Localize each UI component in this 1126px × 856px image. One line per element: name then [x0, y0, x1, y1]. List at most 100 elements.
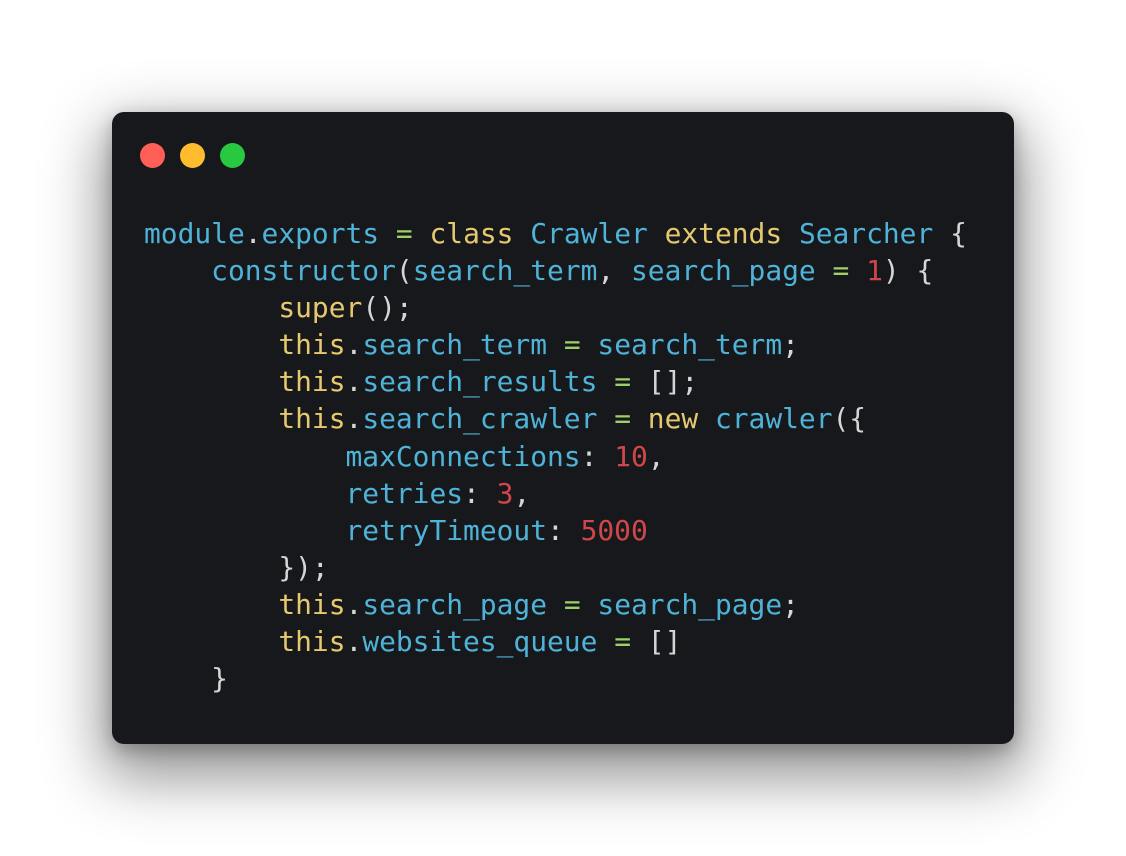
code-line: super(); — [144, 289, 967, 326]
code-token-punctuation: : — [547, 513, 564, 547]
code-token-identifier: websites_queue — [362, 625, 598, 659]
code-token-identifier: search_term — [362, 328, 548, 362]
code-token-identifier: Searcher — [798, 217, 934, 250]
code-token-punctuation: []; — [647, 365, 699, 399]
code-token-identifier: Crawler — [530, 217, 648, 250]
code-token-identifier: search_results — [362, 365, 598, 399]
code-token-punctuation: . — [345, 328, 363, 362]
code-token-punctuation: ) — [882, 254, 900, 288]
code-line: retryTimeout: 5000 — [144, 512, 967, 549]
code-token-keyword: extends — [664, 217, 783, 250]
code-token-punctuation: : — [580, 439, 598, 473]
code-line: module.exports = class Crawler extends S… — [144, 215, 967, 252]
code-line: this.search_page = search_page; — [144, 586, 967, 623]
code-line: } — [144, 660, 967, 697]
code-token-punctuation: : — [463, 476, 480, 510]
code-token-punctuation: . — [345, 402, 363, 436]
code-token-punctuation: } — [211, 662, 228, 696]
code-token-operator: = — [614, 365, 631, 399]
minimize-button[interactable] — [180, 143, 205, 168]
code-token-punctuation: { — [916, 254, 934, 288]
code-token-punctuation: . — [345, 365, 363, 399]
code-token-keyword: this — [278, 587, 346, 621]
code-token-operator: = — [614, 402, 631, 436]
code-token-number: 3 — [496, 476, 514, 510]
code-token-keyword: new — [647, 402, 699, 436]
code-token-identifier: maxConnections — [345, 439, 581, 473]
code-line: this.search_results = []; — [144, 363, 967, 400]
code-token-punctuation: { — [950, 217, 967, 250]
code-token-punctuation: ; — [782, 587, 799, 621]
code-token-keyword: this — [278, 328, 346, 362]
code-token-keyword: super — [278, 291, 363, 325]
code-token-identifier: exports — [261, 217, 380, 250]
code-token-punctuation: }); — [278, 550, 329, 584]
code-token-identifier: search_page — [597, 587, 783, 621]
code-token-keyword: class — [429, 217, 514, 250]
code-block: module. exports = class Crawler extends S… — [144, 215, 967, 697]
code-token-punctuation: ; — [782, 328, 799, 362]
code-token-keyword: this — [278, 625, 346, 659]
code-line: constructor(search_term, search_page = 1… — [144, 252, 967, 289]
code-token-punctuation: , — [647, 439, 665, 473]
code-token-operator: = — [614, 625, 631, 659]
code-token-identifier: search_term — [597, 328, 783, 362]
code-line: this.websites_queue = [] — [144, 623, 967, 660]
code-token-identifier: retries — [345, 476, 464, 510]
code-token-punctuation: [] — [647, 625, 682, 659]
code-token-identifier: module — [144, 217, 245, 250]
code-token-number: 5000 — [580, 513, 648, 547]
code-token-punctuation: (); — [362, 291, 413, 325]
code-token-punctuation: ( — [395, 254, 413, 288]
code-token-keyword: this — [278, 365, 346, 399]
code-token-punctuation: , — [597, 254, 615, 288]
code-token-identifier: search_page — [362, 587, 548, 621]
code-window: module. exports = class Crawler extends S… — [112, 112, 1014, 744]
code-token-punctuation: . — [345, 587, 363, 621]
code-line: this.search_term = search_term; — [144, 326, 967, 363]
code-token-punctuation: ({ — [832, 402, 867, 436]
code-token-number: 1 — [866, 254, 883, 288]
code-token-operator: = — [563, 587, 581, 621]
code-token-identifier: constructor — [211, 254, 396, 288]
code-token-operator: = — [395, 217, 413, 250]
code-line: retries: 3, — [144, 475, 967, 512]
close-button[interactable] — [140, 143, 165, 168]
code-line: }); — [144, 549, 967, 586]
code-token-operator: = — [563, 328, 581, 362]
zoom-button[interactable] — [220, 143, 245, 168]
code-token-identifier: search_crawler — [362, 402, 598, 436]
